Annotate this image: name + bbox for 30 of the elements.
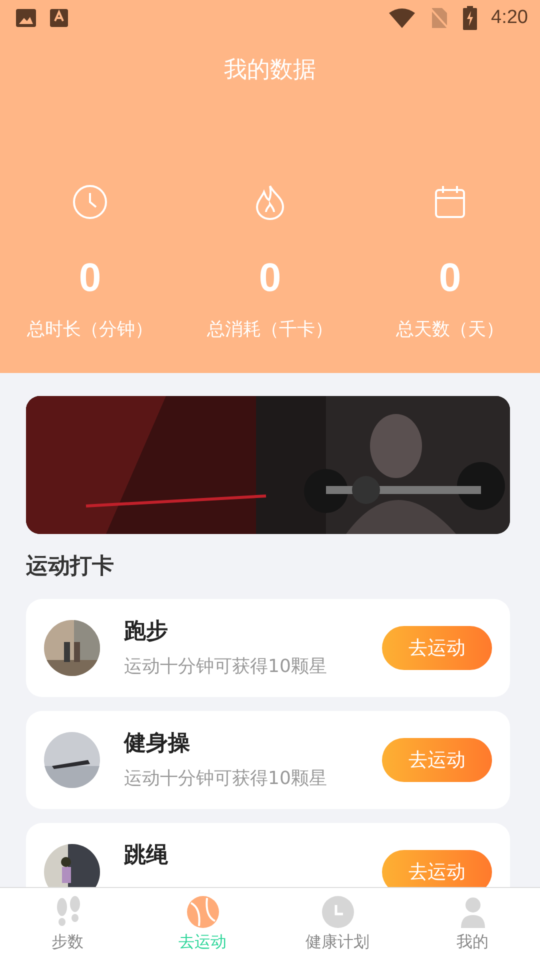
stat-label: 总消耗（千卡） bbox=[207, 318, 333, 341]
no-sim-icon bbox=[429, 7, 450, 29]
nav-tab[interactable]: 步数 bbox=[0, 888, 135, 960]
wifi-icon bbox=[389, 8, 416, 28]
activity-name: 跳绳 bbox=[124, 842, 169, 870]
stat-value: 0 bbox=[438, 255, 462, 302]
go-exercise-button[interactable]: 去运动 bbox=[382, 738, 492, 782]
go-exercise-button[interactable]: 去运动 bbox=[382, 850, 492, 887]
activity-name: 健身操 bbox=[124, 730, 191, 758]
go-exercise-button[interactable]: 去运动 bbox=[382, 626, 492, 670]
clock-icon bbox=[322, 896, 354, 928]
stat-label: 总时长（分钟） bbox=[27, 318, 153, 341]
stat-value: 0 bbox=[78, 255, 102, 302]
calendar-icon bbox=[432, 184, 468, 220]
nav-tab[interactable]: 健康计划 bbox=[270, 888, 405, 960]
page-title: 我的数据 bbox=[223, 56, 317, 85]
stat-value: 0 bbox=[258, 255, 282, 302]
ball-icon bbox=[186, 896, 218, 928]
image-icon bbox=[16, 9, 36, 27]
clock-icon bbox=[72, 184, 108, 220]
nav-tab[interactable]: 我的 bbox=[405, 888, 540, 960]
section-title: 运动打卡 bbox=[26, 553, 115, 581]
activity-name: 跑步 bbox=[124, 618, 169, 646]
activity-description: 运动十分钟可获得10颗星 bbox=[124, 767, 328, 790]
stat-label: 总天数（天） bbox=[396, 318, 504, 341]
battery-icon bbox=[463, 6, 478, 30]
keyboard-icon bbox=[50, 9, 68, 27]
activity-description: 运动十分钟可获得10颗星 bbox=[124, 655, 328, 678]
nav-tab[interactable]: 去运动 bbox=[135, 888, 270, 960]
status-time: 4:20 bbox=[491, 7, 528, 29]
